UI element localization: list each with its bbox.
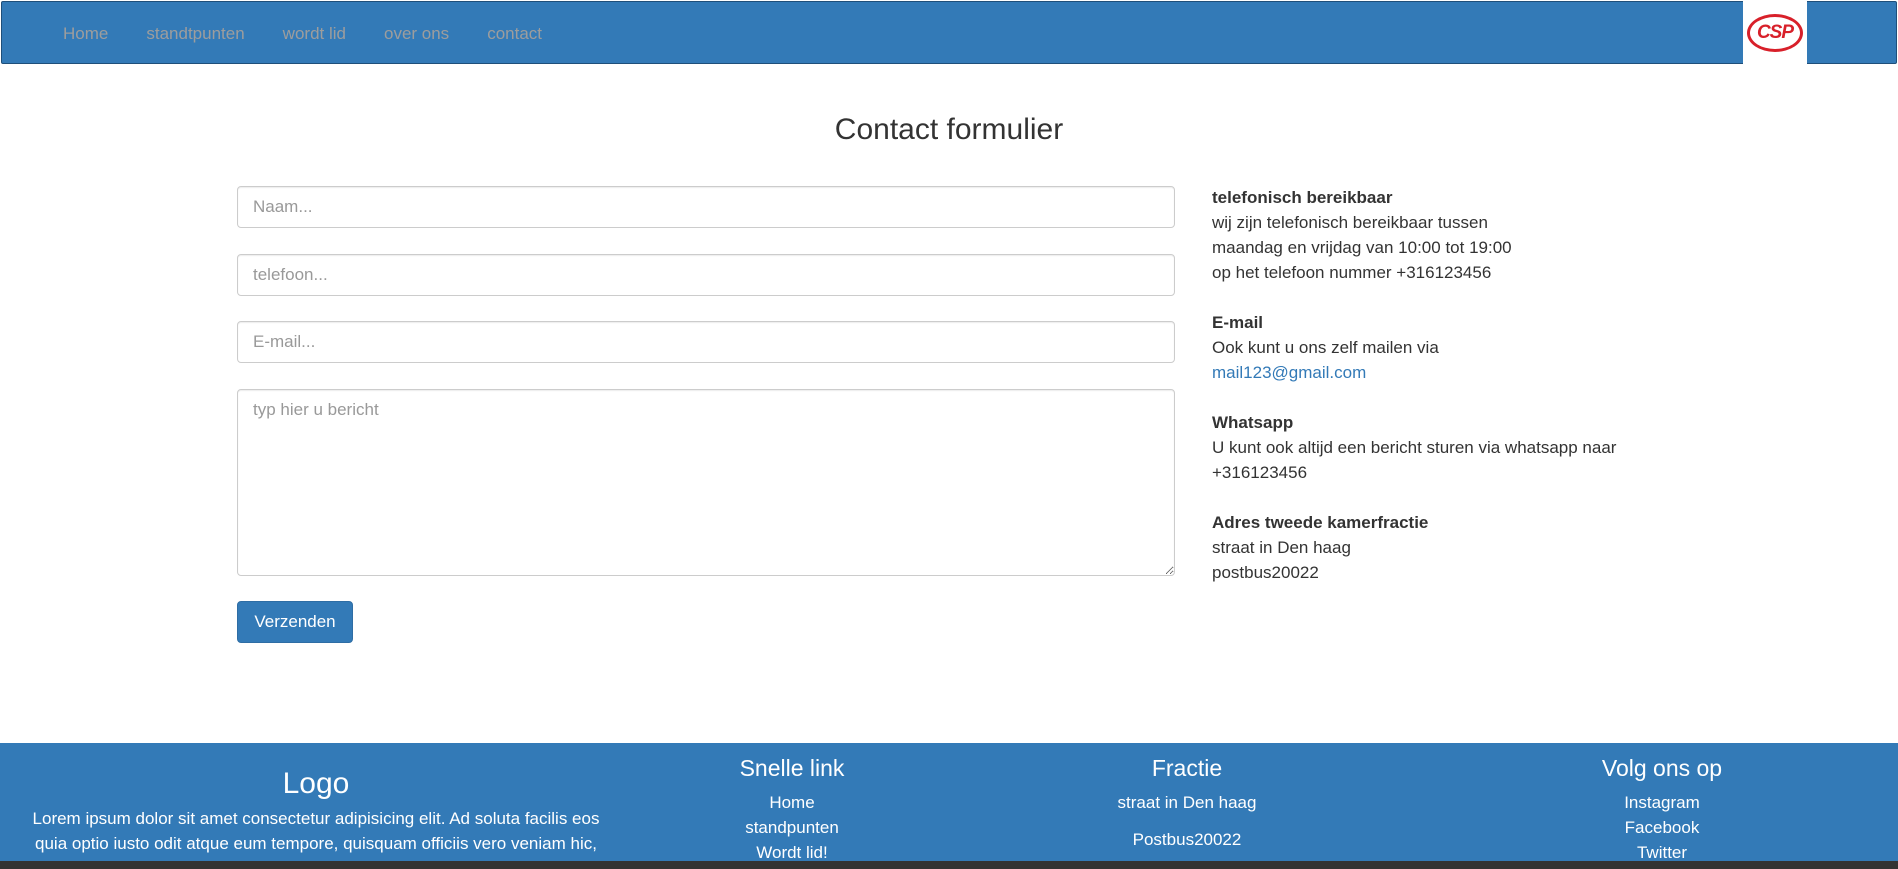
email-heading: E-mail [1212, 313, 1264, 332]
footer-link-wordt-lid[interactable]: Wordt lid! [692, 840, 892, 861]
phone-line: maandag en vrijdag van 10:00 tot 19:00 [1212, 238, 1512, 257]
message-textarea[interactable] [237, 389, 1175, 576]
whatsapp-info: Whatsapp U kunt ook altijd een bericht s… [1212, 410, 1672, 485]
nav-links: Home standtpunten wordt lid over ons con… [44, 2, 561, 65]
address-info: Adres tweede kamerfractie straat in Den … [1212, 510, 1672, 585]
footer-text-line: quia optio iusto odit atque eum tempore,… [35, 834, 597, 853]
footer-social-list: Instagram Facebook Twitter [1562, 790, 1762, 861]
footer-link-home[interactable]: Home [692, 790, 892, 815]
footer-quick-links-list: Home standpunten Wordt lid! [692, 790, 892, 861]
address-line: straat in Den haag [1212, 538, 1351, 557]
footer-fractie-postbus: Postbus20022 [1132, 830, 1242, 849]
footer-logo-text: Lorem ipsum dolor sit amet consectetur a… [0, 806, 632, 856]
phone-line: op het telefoon nummer +316123456 [1212, 263, 1492, 282]
footer-text-line: Lorem ipsum dolor sit amet consectetur a… [32, 809, 600, 828]
footer-bottom-strip [0, 861, 1898, 869]
footer-social-title: Volg ons op [1601, 755, 1723, 781]
whatsapp-line: +316123456 [1212, 463, 1308, 482]
nav-link-over-ons[interactable]: over ons [365, 24, 468, 44]
footer-link-instagram[interactable]: Instagram [1562, 790, 1762, 815]
footer-social: Volg ons op Instagram Facebook Twitter [1562, 743, 1762, 861]
whatsapp-heading: Whatsapp [1212, 413, 1294, 432]
csp-logo[interactable]: CSP [1743, 1, 1807, 64]
footer-link-facebook[interactable]: Facebook [1562, 815, 1762, 840]
email-input[interactable] [237, 321, 1175, 363]
email-link[interactable]: mail123@gmail.com [1212, 360, 1672, 385]
whatsapp-line: U kunt ook altijd een bericht sturen via… [1212, 438, 1617, 457]
phone-heading: telefonisch bereikbaar [1212, 188, 1393, 207]
footer: Logo Lorem ipsum dolor sit amet consecte… [0, 743, 1898, 861]
navbar: Home standtpunten wordt lid over ons con… [1, 1, 1897, 64]
nav-link-standtpunten[interactable]: standtpunten [127, 24, 263, 44]
footer-fractie-street: straat in Den haag [1117, 793, 1257, 812]
nav-link-contact[interactable]: contact [468, 24, 561, 44]
nav-link-wordt-lid[interactable]: wordt lid [264, 24, 365, 44]
submit-button[interactable]: Verzenden [237, 601, 353, 643]
logo-oval: CSP [1747, 13, 1803, 52]
footer-logo-title: Logo [282, 767, 350, 800]
page-title: Contact formulier [834, 113, 1064, 146]
phone-info: telefonisch bereikbaar wij zijn telefoni… [1212, 185, 1672, 285]
footer-link-twitter[interactable]: Twitter [1562, 840, 1762, 861]
logo-text: CSP [1756, 21, 1794, 43]
address-line: postbus20022 [1212, 563, 1319, 582]
contact-info: telefonisch bereikbaar wij zijn telefoni… [1212, 185, 1672, 610]
address-heading: Adres tweede kamerfractie [1212, 513, 1429, 532]
phone-line: wij zijn telefonisch bereikbaar tussen [1212, 213, 1488, 232]
footer-link-standpunten[interactable]: standpunten [692, 815, 892, 840]
email-line: Ook kunt u ons zelf mailen via [1212, 338, 1439, 357]
phone-input[interactable] [237, 254, 1175, 296]
footer-fractie-list: straat in Den haag Postbus20022 [1087, 790, 1287, 852]
name-input[interactable] [237, 186, 1175, 228]
footer-quick-links-title: Snelle link [739, 755, 845, 781]
footer-logo-column: Logo Lorem ipsum dolor sit amet consecte… [0, 743, 632, 856]
footer-quick-links: Snelle link Home standpunten Wordt lid! [692, 743, 892, 861]
footer-fractie-title: Fractie [1151, 755, 1223, 781]
footer-fractie: Fractie straat in Den haag Postbus20022 [1087, 743, 1287, 852]
nav-link-home[interactable]: Home [44, 24, 127, 44]
email-info: E-mail Ook kunt u ons zelf mailen via ma… [1212, 310, 1672, 385]
